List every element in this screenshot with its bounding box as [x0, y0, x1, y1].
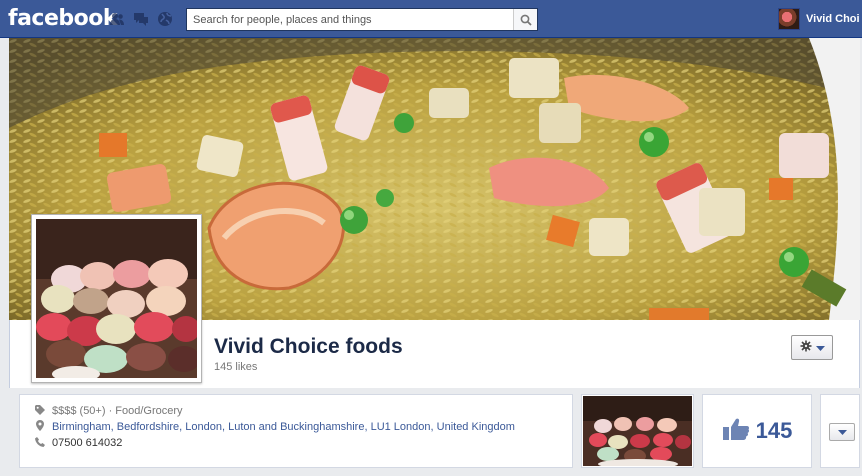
likes-box[interactable]: 145: [702, 394, 812, 468]
category-row: $$$$ (50+) · Food/Grocery: [34, 403, 572, 419]
search-button[interactable]: [513, 9, 537, 30]
page-settings-button[interactable]: [791, 335, 833, 360]
page-title[interactable]: Vivid Choice foods: [214, 335, 403, 359]
price-range: $$$$ (50+): [52, 405, 106, 417]
category-link[interactable]: Food/Grocery: [115, 405, 182, 417]
user-profile-link[interactable]: Vivid Choi: [778, 8, 860, 30]
address-link[interactable]: Birmingham, Bedfordshire, London, Luton …: [52, 421, 515, 433]
notification-jewels: [108, 10, 174, 28]
chevron-down-icon: [837, 423, 847, 441]
page-about-box: $$$$ (50+) · Food/Grocery Birmingham, Be…: [19, 394, 573, 468]
expand-button[interactable]: [829, 423, 855, 441]
likes-count: 145: [755, 418, 793, 443]
category-separator: ·: [105, 405, 116, 417]
phone-icon: [34, 436, 46, 450]
search-input[interactable]: [187, 9, 513, 30]
user-name: Vivid Choi: [806, 13, 860, 25]
more-apps-box: [820, 394, 860, 468]
avatar: [778, 8, 800, 30]
thumbs-up-icon: [722, 417, 750, 446]
address-row: Birmingham, Bedfordshire, London, Luton …: [34, 419, 572, 435]
likes-count-text[interactable]: 145 likes: [214, 361, 257, 373]
messages-icon[interactable]: [132, 10, 150, 28]
gear-icon: [800, 339, 812, 357]
top-navigation-bar: facebook Vivid Choi: [0, 0, 862, 38]
chevron-down-icon: [815, 339, 825, 357]
photo-thumbnail-image: [583, 396, 692, 469]
phone-number: 07500 614032: [52, 437, 123, 449]
phone-row: 07500 614032: [34, 435, 572, 451]
friend-requests-icon[interactable]: [108, 10, 126, 28]
search-bar: [186, 8, 538, 31]
map-pin-icon: [34, 420, 46, 434]
photos-thumbnail[interactable]: [581, 394, 694, 469]
notifications-globe-icon[interactable]: [156, 10, 174, 28]
search-icon: [520, 14, 532, 26]
facebook-logo[interactable]: facebook: [8, 6, 118, 31]
profile-picture[interactable]: [31, 214, 202, 383]
tag-icon: [34, 404, 46, 418]
macarons-image: [36, 219, 200, 382]
